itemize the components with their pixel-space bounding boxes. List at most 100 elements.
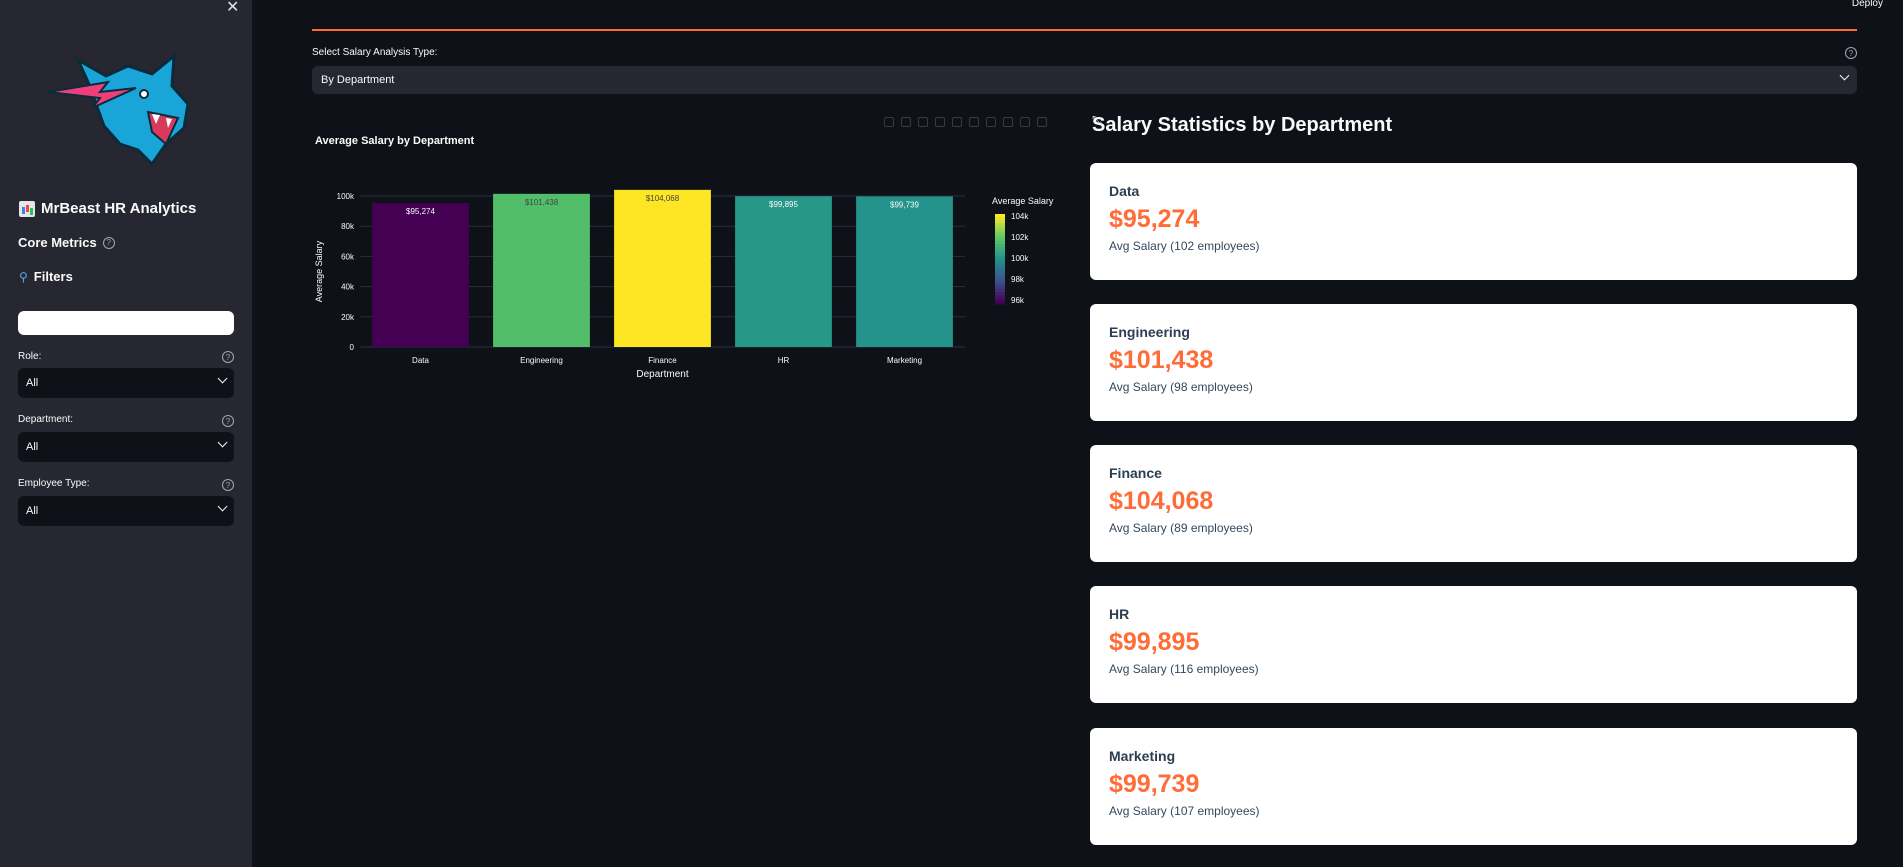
role-select[interactable]: All bbox=[18, 368, 234, 398]
colorbar-segment bbox=[995, 262, 1005, 266]
zoom-in-icon[interactable] bbox=[969, 117, 979, 127]
department-filter-label: Department: bbox=[18, 414, 74, 425]
card-subtitle: Avg Salary (102 employees) bbox=[1109, 239, 1260, 253]
role-help-icon[interactable]: ? bbox=[222, 351, 234, 363]
department-select-value: All bbox=[26, 441, 39, 453]
analysis-help-icon[interactable]: ? bbox=[1845, 47, 1857, 59]
analysis-type-label: Select Salary Analysis Type: bbox=[312, 47, 438, 58]
card-avg-salary-value: $99,895 bbox=[1109, 628, 1200, 656]
colorbar-segment bbox=[995, 247, 1005, 251]
sidebar: ✕ MrBeast HR Analytics Core Metrics ? ⚲ … bbox=[0, 0, 252, 867]
card-department-name: Engineering bbox=[1109, 324, 1190, 340]
employee-type-select[interactable]: All bbox=[18, 496, 234, 526]
colorbar-segment bbox=[995, 286, 1005, 290]
core-metrics-label: Core Metrics bbox=[18, 235, 97, 250]
employee-type-filter-label: Employee Type: bbox=[18, 478, 90, 489]
employee-type-help-icon[interactable]: ? bbox=[222, 479, 234, 491]
colorbar-segment bbox=[995, 223, 1005, 227]
colorbar-segment bbox=[995, 226, 1005, 230]
bar-chart-icon bbox=[19, 200, 35, 217]
lasso-icon[interactable] bbox=[952, 117, 962, 127]
chevron-down-icon bbox=[217, 373, 228, 384]
magnifier-icon: ⚲ bbox=[19, 269, 28, 284]
colorbar-segment bbox=[995, 256, 1005, 260]
search-input[interactable] bbox=[18, 311, 234, 335]
chevron-down-icon bbox=[217, 501, 228, 512]
autoscale-icon[interactable] bbox=[1003, 117, 1013, 127]
colorbar-tick-label: 102k bbox=[1011, 233, 1029, 242]
app-title: MrBeast HR Analytics bbox=[19, 200, 196, 217]
y-tick-label: 60k bbox=[341, 252, 355, 261]
stat-card: Engineering $101,438 Avg Salary (98 employ… bbox=[1090, 304, 1857, 421]
help-icon[interactable]: ? bbox=[102, 236, 115, 249]
home-icon[interactable] bbox=[1020, 117, 1030, 127]
colorbar-segment bbox=[995, 289, 1005, 293]
colorbar-tick-label: 96k bbox=[1011, 296, 1025, 305]
card-avg-salary-value: $99,739 bbox=[1109, 770, 1200, 798]
bar-data-label: $104,068 bbox=[646, 194, 680, 203]
department-select[interactable]: All bbox=[18, 432, 234, 462]
filters-heading: ⚲ Filters bbox=[19, 269, 73, 284]
x-tick-label: Data bbox=[412, 356, 429, 365]
y-tick-label: 0 bbox=[350, 343, 355, 352]
chart-modebar[interactable] bbox=[884, 117, 1047, 127]
colorbar-tick-label: 104k bbox=[1011, 212, 1029, 221]
chevron-down-icon bbox=[1839, 70, 1850, 81]
employee-type-select-value: All bbox=[26, 505, 39, 517]
colorbar-tick-label: 98k bbox=[1011, 275, 1025, 284]
colorbar-segment bbox=[995, 277, 1005, 281]
colorbar-segment bbox=[995, 235, 1005, 239]
card-avg-salary-value: $101,438 bbox=[1109, 346, 1214, 374]
colorbar-segment bbox=[995, 238, 1005, 242]
colorbar-segment bbox=[995, 292, 1005, 296]
colorbar-title: Average Salary bbox=[992, 196, 1054, 206]
pan-icon[interactable] bbox=[918, 117, 928, 127]
y-tick-label: 80k bbox=[341, 222, 355, 231]
close-sidebar-icon[interactable]: ✕ bbox=[226, 0, 239, 17]
bar bbox=[372, 203, 469, 347]
box-select-icon[interactable] bbox=[935, 117, 945, 127]
x-tick-label: Engineering bbox=[520, 356, 563, 365]
department-help-icon[interactable]: ? bbox=[222, 415, 234, 427]
colorbar-segment bbox=[995, 298, 1005, 302]
plotly-logo-icon[interactable] bbox=[1037, 117, 1047, 127]
card-department-name: Finance bbox=[1109, 465, 1162, 481]
colorbar-segment bbox=[995, 220, 1005, 224]
role-select-value: All bbox=[26, 377, 39, 389]
card-avg-salary-value: $95,274 bbox=[1109, 205, 1200, 233]
colorbar-segment bbox=[995, 301, 1005, 305]
bar bbox=[735, 196, 832, 347]
colorbar-segment bbox=[995, 274, 1005, 278]
card-department-name: Marketing bbox=[1109, 748, 1176, 764]
analysis-type-select[interactable]: By Department bbox=[312, 66, 1857, 94]
card-subtitle: Avg Salary (116 employees) bbox=[1109, 662, 1259, 676]
filters-label: Filters bbox=[33, 269, 73, 284]
bar-data-label: $101,438 bbox=[525, 198, 559, 207]
card-avg-salary-value: $104,068 bbox=[1109, 487, 1214, 515]
card-subtitle: Avg Salary (89 employees) bbox=[1109, 521, 1253, 535]
stat-card: Finance $104,068 Avg Salary (89 employees) bbox=[1090, 445, 1857, 562]
analysis-type-value: By Department bbox=[321, 74, 395, 86]
colorbar-segment bbox=[995, 259, 1005, 263]
camera-icon[interactable] bbox=[884, 117, 894, 127]
x-axis-title: Department bbox=[636, 369, 688, 380]
y-axis-title: Average Salary bbox=[314, 240, 324, 302]
mrbeast-panther-logo bbox=[48, 52, 190, 167]
x-tick-label: HR bbox=[778, 356, 790, 365]
x-tick-label: Marketing bbox=[887, 356, 922, 365]
deploy-button[interactable]: Deploy bbox=[1852, 0, 1883, 9]
zoom-out-icon[interactable] bbox=[986, 117, 996, 127]
zoom-icon[interactable] bbox=[901, 117, 911, 127]
colorbar-tick-label: 100k bbox=[1011, 254, 1029, 263]
colorbar-segment bbox=[995, 217, 1005, 221]
bar-data-label: $95,274 bbox=[406, 207, 435, 216]
salary-bar-chart: 0 20k 40k 60k 80k 100k $95,274 Data $101,438 Engi… bbox=[314, 189, 1054, 380]
stat-card: Data $95,274 Avg Salary (102 employees) bbox=[1090, 163, 1857, 280]
colorbar-segment bbox=[995, 271, 1005, 275]
colorbar-segment bbox=[995, 283, 1005, 287]
chevron-down-icon bbox=[217, 437, 228, 448]
header-divider bbox=[312, 29, 1857, 31]
bar bbox=[493, 193, 590, 347]
colorbar-segment bbox=[995, 265, 1005, 269]
stat-card: HR $99,895 Avg Salary (116 employees) bbox=[1090, 586, 1857, 703]
